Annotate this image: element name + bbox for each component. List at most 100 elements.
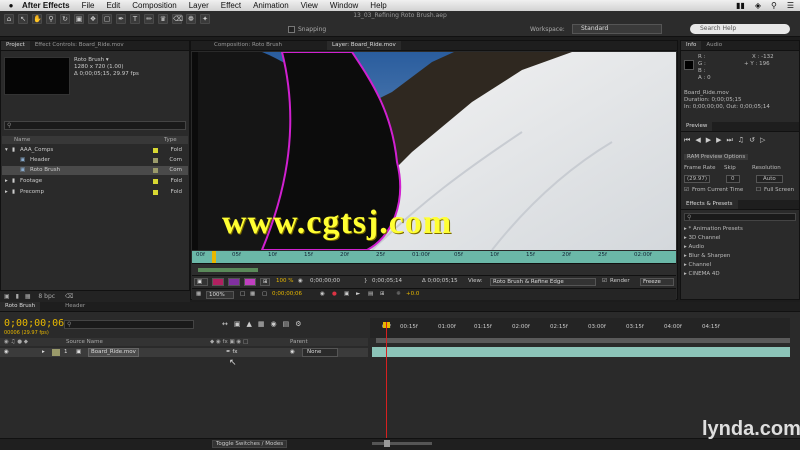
graph-editor-icon[interactable]: ▤ (283, 320, 296, 328)
freeze-button[interactable]: Freeze (640, 278, 674, 286)
expand-layer-icon[interactable]: ▸ (42, 348, 45, 357)
span-track[interactable] (192, 263, 676, 275)
tab-header[interactable]: Header (60, 302, 90, 311)
zoom-percentage[interactable]: 100 % (276, 278, 293, 284)
mask-visibility-icon[interactable]: ▢ (262, 291, 267, 297)
effects-item[interactable]: ▸ 3D Channel (684, 235, 721, 241)
effects-item[interactable]: ▸ Blur & Sharpen (684, 253, 730, 259)
alpha-boundary-icon[interactable] (228, 278, 240, 286)
propagation-span[interactable] (198, 268, 258, 272)
search-icon[interactable]: ⚲ (771, 1, 777, 10)
shy-icon[interactable]: ▲ (247, 320, 258, 328)
brush-tool-icon[interactable]: ✏ (144, 14, 154, 24)
column-source-name[interactable]: Source Name (66, 338, 103, 346)
hand-tool-icon[interactable]: ✋ (32, 14, 42, 24)
full-screen-checkbox[interactable]: ☐ (756, 187, 761, 193)
effects-item[interactable]: ▸ Channel (684, 262, 711, 268)
visibility-icon[interactable]: ◉ (4, 348, 9, 357)
new-composition-icon[interactable]: ▦ (25, 293, 31, 300)
frame-blending-icon[interactable]: ▦ (258, 320, 271, 328)
render-checkbox[interactable]: ☑ (602, 278, 607, 284)
layer-duration-bar[interactable] (372, 347, 790, 357)
clone-stamp-tool-icon[interactable]: ♛ (158, 14, 168, 24)
pen-tool-icon[interactable]: ✒ (116, 14, 126, 24)
current-timecode[interactable]: 0;00;00;06 (4, 318, 64, 329)
magnification-dropdown[interactable]: 100% (206, 291, 234, 299)
layer-label-color[interactable] (52, 349, 60, 356)
motion-blur-icon[interactable]: ◉ (271, 320, 283, 328)
label-color[interactable] (153, 158, 158, 163)
table-row[interactable]: ◉ ▸ 1 ▣ Board_Ride.mov ✒ fx ◉ None (0, 348, 368, 357)
menu-file[interactable]: File (82, 1, 95, 10)
label-color[interactable] (153, 179, 158, 184)
label-color[interactable] (153, 190, 158, 195)
view-dropdown[interactable]: Roto Brush & Refine Edge (490, 278, 596, 286)
new-folder-icon[interactable]: ▮ (16, 293, 19, 300)
channel-icon[interactable]: ● (332, 291, 337, 297)
effects-item[interactable]: ▸ Audio (684, 244, 704, 250)
timeline-search-input[interactable]: ⚲ (64, 320, 194, 329)
mask-tool-icon[interactable]: ▢ (102, 14, 112, 24)
skip-dropdown[interactable]: 0 (726, 175, 740, 183)
tab-layer[interactable]: Layer: Board_Ride.mov (327, 41, 401, 50)
roto-brush-tool-icon[interactable]: ❁ (186, 14, 196, 24)
snapshot-icon[interactable]: ◉ (298, 278, 303, 284)
list-item[interactable]: ▸ ▮ Precomp Fold (2, 188, 188, 197)
search-help-input[interactable]: Search Help (690, 24, 790, 34)
apple-icon[interactable]: ● (0, 1, 22, 10)
disclosure-triangle-icon[interactable]: ▸ (5, 177, 8, 186)
region-icon[interactable]: □ (240, 291, 245, 297)
timeline-icon[interactable]: ▤ (368, 291, 373, 297)
tab-effects-presets[interactable]: Effects & Presets (681, 200, 738, 209)
reset-exposure-icon[interactable]: ☼ (396, 291, 401, 297)
label-color[interactable] (153, 168, 158, 173)
always-preview-icon[interactable]: ▦ (196, 291, 201, 297)
tab-project[interactable]: Project (1, 41, 30, 50)
disclosure-triangle-icon[interactable]: ▸ (5, 188, 8, 197)
previous-frame-icon[interactable]: ◀ (695, 136, 705, 144)
ram-preview-icon[interactable]: ▷ (760, 136, 770, 144)
pan-behind-tool-icon[interactable]: ❖ (88, 14, 98, 24)
label-color[interactable] (153, 148, 158, 153)
menu-layer[interactable]: Layer (189, 1, 209, 10)
app-menu[interactable]: After Effects (22, 1, 70, 10)
text-tool-icon[interactable]: T (130, 14, 140, 24)
zoom-slider-handle[interactable] (384, 440, 390, 447)
brainstorm-icon[interactable]: ⚙ (295, 320, 307, 328)
column-name[interactable]: Name (14, 136, 30, 144)
play-icon[interactable]: ▶ (706, 136, 716, 144)
menu-effect[interactable]: Effect (221, 1, 241, 10)
timeline-ruler[interactable]: 00f 00:15f 01:00f 01:15f 02:00f 02:15f 0… (370, 318, 790, 338)
set-out-icon[interactable]: } (364, 278, 368, 284)
next-frame-icon[interactable]: ▶ (716, 136, 726, 144)
pickwhip-icon[interactable]: ◉ (290, 348, 295, 357)
work-area-bar[interactable] (376, 338, 790, 343)
flowchart-icon[interactable]: ⊞ (380, 291, 385, 297)
list-item[interactable]: ▸ ▮ Footage Fold (2, 177, 188, 186)
zoom-slider[interactable] (372, 442, 432, 445)
tab-info[interactable]: Info (681, 41, 702, 50)
grid-icon[interactable]: ⊞ (260, 278, 270, 286)
list-item[interactable]: ▣ Roto Brush Com (2, 166, 188, 175)
current-time-indicator[interactable] (212, 251, 216, 263)
tab-audio[interactable]: Audio (701, 41, 727, 50)
in-point-time[interactable]: 0;00;00;00 (310, 278, 340, 284)
snapshot-button-icon[interactable]: ◉ (320, 291, 325, 297)
list-item[interactable]: ▣ Header Com (2, 156, 188, 165)
menu-edit[interactable]: Edit (106, 1, 120, 10)
column-type[interactable]: Type (164, 136, 177, 144)
layer-name[interactable]: Board_Ride.mov (88, 348, 139, 357)
effects-item[interactable]: ▸ * Animation Presets (684, 226, 743, 232)
from-current-checkbox[interactable]: ☑ (684, 187, 689, 193)
toggle-switches-modes-button[interactable]: Toggle Switches / Modes (212, 440, 288, 448)
show-channel-icon[interactable] (212, 278, 224, 286)
draft-3d-icon[interactable]: ▣ (234, 320, 247, 328)
transparency-grid-icon[interactable]: ▦ (250, 291, 255, 297)
first-frame-icon[interactable]: ⏮ (684, 136, 695, 144)
column-parent[interactable]: Parent (290, 338, 308, 346)
interpret-footage-icon[interactable]: ▣ (4, 293, 10, 300)
home-icon[interactable]: ⌂ (4, 14, 14, 24)
resolution-icon[interactable]: ▣ (344, 291, 349, 297)
selection-tool-icon[interactable]: ↖ (18, 14, 28, 24)
list-icon[interactable]: ☰ (787, 1, 794, 10)
